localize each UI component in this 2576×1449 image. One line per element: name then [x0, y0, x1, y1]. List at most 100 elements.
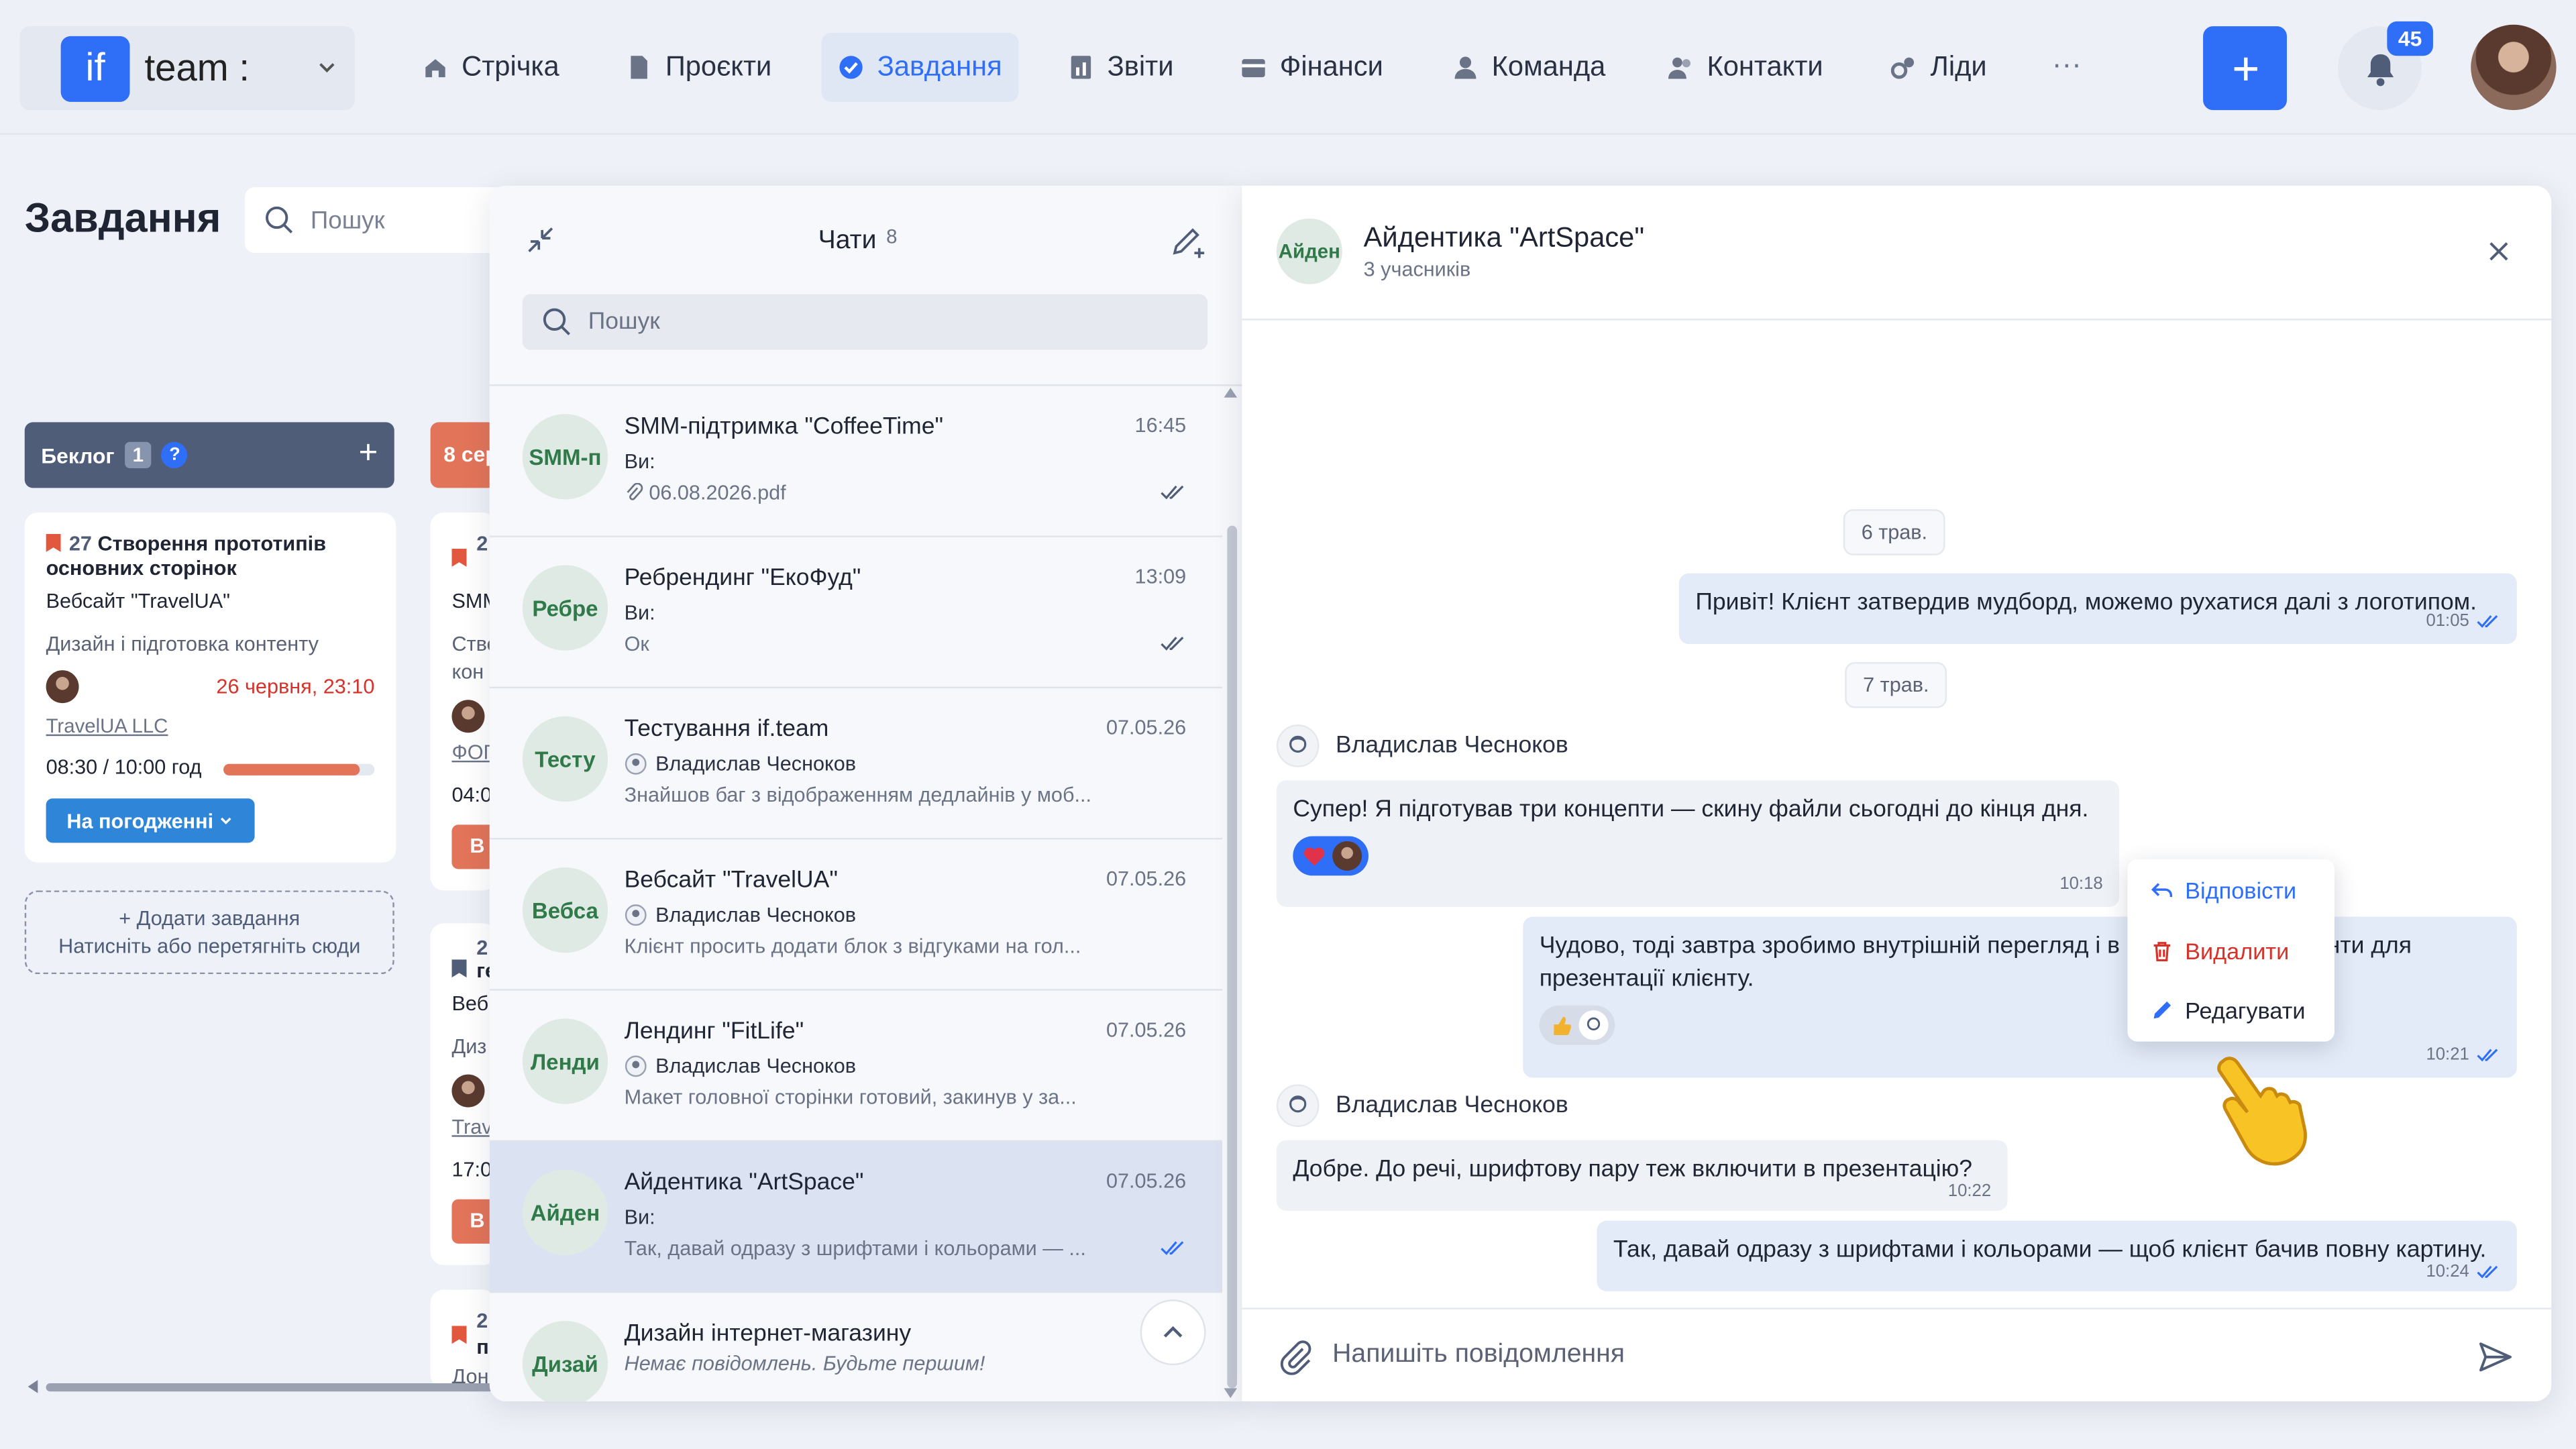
- chat-list-item[interactable]: Ребре Ребрендинг "ЕкоФуд" 13:09 Ви: Ок: [489, 537, 1223, 689]
- chat-search-input[interactable]: Пошук: [522, 294, 1208, 350]
- task-progress-bar: [223, 763, 375, 775]
- message-time: 10:21: [2426, 1038, 2500, 1071]
- chat-preview: Ок: [624, 632, 649, 656]
- message-reactions[interactable]: [1539, 1005, 1615, 1045]
- close-icon[interactable]: [2485, 238, 2512, 264]
- pointer-hand-icon: [2210, 1051, 2315, 1166]
- nav-contacts[interactable]: Контакти: [1651, 33, 1839, 102]
- conversation-title: Айдентика "ArtSpace": [1363, 221, 1645, 254]
- nav-leads-label: Ліди: [1930, 50, 1987, 83]
- nav-tasks[interactable]: Завдання: [821, 32, 1019, 102]
- chevron-down-icon[interactable]: [315, 56, 338, 78]
- chat-list-item[interactable]: Ленди Лендинг "FitLife" 07.05.26 Владисл…: [489, 990, 1223, 1142]
- chat-last-sender: Ви:: [624, 601, 655, 625]
- nav-leads[interactable]: Ліди: [1874, 33, 2003, 102]
- add-task-button[interactable]: + Додати завдання Натисніть або перетягн…: [24, 890, 394, 975]
- chat-preview: Макет головної сторінки готовий, закинув…: [624, 1085, 1077, 1110]
- nav-projects[interactable]: Проєкти: [610, 33, 788, 102]
- message-reactions[interactable]: [1293, 836, 1369, 876]
- board-search-input[interactable]: Пошук: [244, 187, 508, 254]
- task-title: 27 Створення прототипів основних сторіно…: [46, 532, 327, 580]
- task-card[interactable]: 27 Створення прототипів основних сторіно…: [24, 513, 396, 863]
- create-button[interactable]: [2203, 26, 2287, 111]
- double-check-icon: [1160, 1240, 1186, 1256]
- message-composer: Напишіть повідомлення: [1242, 1307, 2552, 1401]
- task-card-peek[interactable]: 2 SMM Стве кон ФОП 04:0 В: [430, 513, 496, 891]
- message-time: 10:22: [1947, 1181, 1992, 1201]
- message-time: 10:18: [2059, 873, 2103, 894]
- chat-time: 07.05.26: [1106, 716, 1187, 740]
- user-avatar[interactable]: [2471, 24, 2557, 111]
- chat-last-sender: Ви:: [624, 450, 655, 474]
- nav-finance[interactable]: Фінанси: [1224, 33, 1399, 102]
- task-card-peek[interactable]: 2 п Дон: [430, 1289, 496, 1389]
- chat-time: 07.05.26: [1106, 867, 1187, 891]
- chat-list-item[interactable]: Тесту Тестування if.team 07.05.26 Владис…: [489, 688, 1223, 840]
- date-separator: 6 трав.: [1843, 509, 1946, 555]
- app-logo: if: [60, 36, 130, 102]
- chat-avatar: Ребре: [522, 565, 608, 651]
- chat-list-scrollbar[interactable]: [1227, 525, 1238, 1389]
- task-card-peek[interactable]: 2 ге Веб Диз Trav 17:0 В: [430, 923, 496, 1265]
- chat-list-item[interactable]: Дизай Дизайн інтернет-магазину Немає пов…: [489, 1293, 1223, 1401]
- delete-menu-item[interactable]: Видалити: [2151, 938, 2289, 965]
- nav-reports-label: Звіти: [1107, 50, 1174, 83]
- report-icon: [1071, 56, 1091, 79]
- chat-preview: 06.08.2026.pdf: [625, 482, 1101, 504]
- nav-feed-label: Стрічка: [462, 50, 559, 83]
- conversation-participants[interactable]: 3 учасників: [1364, 258, 1471, 280]
- message-outgoing[interactable]: Так, давай одразу з шрифтами і кольорами…: [1597, 1220, 2517, 1291]
- chat-avatar: Айден: [522, 1169, 608, 1256]
- scroll-left-icon[interactable]: [28, 1380, 38, 1393]
- nav-reports[interactable]: Звіти: [1051, 33, 1190, 102]
- chat-time: 07.05.26: [1106, 1018, 1187, 1042]
- chat-list-item[interactable]: Вебса Вебсайт "TravelUA" 07.05.26 Владис…: [489, 839, 1223, 991]
- chat-name: Айдентика "ArtSpace": [624, 1169, 864, 1196]
- message-sender: Владислав Чесноков: [1276, 724, 1568, 767]
- conversation-panel: Айден Айдентика "ArtSpace" 3 учасників 6…: [1242, 185, 2552, 1401]
- nav-team[interactable]: Команда: [1436, 33, 1621, 102]
- message-incoming[interactable]: Супер! Я підготував три концепти — скину…: [1276, 780, 2120, 907]
- chat-time: 07.05.26: [1106, 1169, 1187, 1193]
- trash-icon: [2153, 942, 2171, 962]
- new-chat-icon[interactable]: [1168, 223, 1208, 263]
- message-time: 10:24: [2426, 1255, 2500, 1288]
- edit-menu-item[interactable]: Редагувати: [2151, 998, 2306, 1024]
- chat-list-item[interactable]: SMM-п SMM-підтримка "CoffeeTime" 16:45 В…: [489, 386, 1223, 537]
- reactor-avatar: [1332, 841, 1362, 871]
- chat-preview: Знайшов баг з відображенням дедлайнів у …: [624, 784, 1092, 807]
- nav-more-icon[interactable]: ···: [2052, 48, 2082, 82]
- reply-icon: [2151, 883, 2173, 898]
- avatar-icon: [1276, 1084, 1320, 1128]
- column-header-backlog: Беклог 1 ? +: [24, 422, 394, 488]
- message-outgoing-selected[interactable]: Чудово, тоді завтра зробимо внутрішній п…: [1523, 916, 2517, 1078]
- task-status-dropdown[interactable]: На погодженні: [46, 798, 255, 843]
- attach-icon[interactable]: [1278, 1339, 1314, 1375]
- horizontal-scrollbar[interactable]: [46, 1383, 493, 1392]
- collapse-icon[interactable]: [526, 225, 555, 255]
- chat-last-sender: Владислав Чесноков: [625, 904, 856, 926]
- send-icon[interactable]: [2477, 1339, 2514, 1375]
- nav-feed[interactable]: Стрічка: [406, 33, 576, 102]
- task-stage: Дизайн і підготовка контенту: [46, 632, 319, 656]
- chat-preview: Клієнт просить додати блок з відгуками н…: [624, 934, 1081, 958]
- chevron-up-icon: [1163, 1326, 1183, 1338]
- task-project: Вебсайт "TravelUA": [46, 590, 231, 613]
- nav-finance-label: Фінанси: [1279, 50, 1383, 83]
- chat-list-item-selected[interactable]: Айден Айдентика "ArtSpace" 07.05.26 Ви: …: [489, 1142, 1223, 1293]
- double-check-icon: [2477, 1048, 2498, 1061]
- reply-menu-item[interactable]: Відповісти: [2151, 877, 2296, 904]
- message-incoming[interactable]: Добре. До речі, шрифтову пару теж включи…: [1276, 1140, 2008, 1211]
- scroll-down-arrow-icon[interactable]: [1224, 1388, 1238, 1399]
- message-outgoing[interactable]: Привіт! Клієнт затвердив мудборд, можемо…: [1678, 573, 2517, 645]
- scroll-to-top-button[interactable]: [1140, 1299, 1206, 1366]
- chat-name: Лендинг "FitLife": [624, 1018, 804, 1045]
- chat-avatar: SMM-п: [522, 414, 608, 500]
- column-add-button[interactable]: +: [359, 435, 378, 473]
- double-check-icon: [2477, 1265, 2498, 1278]
- search-icon: [543, 308, 570, 335]
- scroll-up-arrow-icon[interactable]: [1224, 387, 1238, 398]
- help-icon[interactable]: ?: [161, 441, 189, 468]
- task-client-link[interactable]: TravelUA LLC: [46, 714, 168, 737]
- message-input[interactable]: Напишіть повідомлення: [1332, 1340, 1625, 1370]
